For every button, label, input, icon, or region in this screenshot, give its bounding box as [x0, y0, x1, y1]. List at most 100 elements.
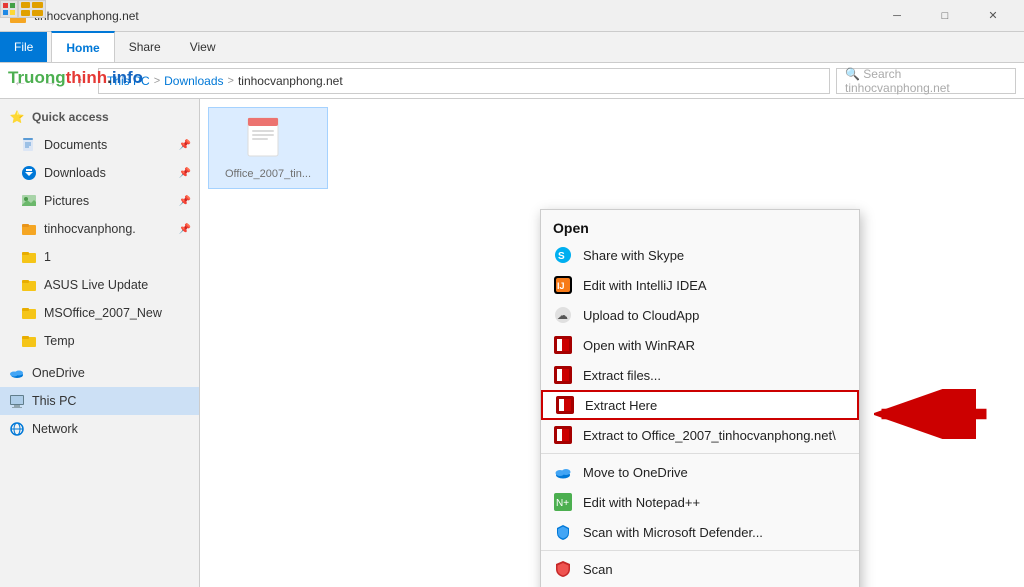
ctx-extract-to[interactable]: Extract to Office_2007_tinhocvanphong.ne… [541, 420, 859, 450]
skype-icon: S [553, 245, 573, 265]
ribbon-tabs: File Home Share View [0, 32, 1024, 62]
ctx-sep-1 [541, 453, 859, 454]
tab-home[interactable]: Home [51, 31, 114, 62]
thispc-icon [8, 392, 26, 410]
sidebar-item-documents[interactable]: Documents 📌 [0, 131, 199, 159]
msoffice-label: MSOffice_2007_New [44, 306, 162, 320]
ctx-cloudapp-label: Upload to CloudApp [583, 308, 699, 323]
sidebar-item-pictures[interactable]: Pictures 📌 [0, 187, 199, 215]
ctx-sep-2 [541, 550, 859, 551]
address-bar: ← → ↑ This PC > Downloads > tinhocvanpho… [0, 63, 1024, 99]
ctx-notepadpp[interactable]: N+ Edit with Notepad++ [541, 487, 859, 517]
maximize-button[interactable]: □ [922, 0, 968, 32]
logo-thinh: thinh [66, 68, 108, 88]
documents-icon [20, 136, 38, 154]
sidebar-item-downloads[interactable]: Downloads 📌 [0, 159, 199, 187]
window-controls: ─ □ ✕ [874, 0, 1016, 32]
content-area: Office_2007_tin... Open S Share with Sky… [200, 99, 1024, 587]
ctx-extracthere-label: Extract Here [585, 398, 657, 413]
tab-view[interactable]: View [176, 32, 231, 62]
cloud-icon: ☁ [553, 305, 573, 325]
ctx-notepadpp-label: Edit with Notepad++ [583, 495, 700, 510]
documents-label: Documents [44, 138, 107, 152]
file-item-office[interactable]: Office_2007_tin... [208, 107, 328, 189]
downloads-icon [20, 164, 38, 182]
pin-icon: 📌 [179, 140, 191, 151]
ribbon: File Home Share View [0, 32, 1024, 63]
thispc-label: This PC [32, 394, 76, 408]
temp-icon [20, 332, 38, 350]
tab-file[interactable]: File [0, 32, 47, 62]
title-bar: tinhocvanphong.net ─ □ ✕ [0, 0, 1024, 32]
ctx-extractto-label: Extract to Office_2007_tinhocvanphong.ne… [583, 428, 836, 443]
context-menu: Open S Share with Skype IJ Edit with Int… [540, 209, 860, 587]
svg-text:☁: ☁ [557, 310, 568, 322]
address-path[interactable]: This PC > Downloads > tinhocvanphong.net [98, 68, 830, 94]
extract-files-icon [553, 365, 573, 385]
close-button[interactable]: ✕ [970, 0, 1016, 32]
tab-share[interactable]: Share [115, 32, 176, 62]
minimize-button[interactable]: ─ [874, 0, 920, 32]
file-icon [244, 116, 292, 164]
onedrive-ctx-icon [553, 462, 573, 482]
ctx-defender-label: Scan with Microsoft Defender... [583, 525, 763, 540]
network-icon [8, 420, 26, 438]
defender-icon [553, 522, 573, 542]
quickaccess-icon: ⭐ [8, 108, 26, 126]
sidebar-item-onedrive[interactable]: OneDrive [0, 359, 199, 387]
logo: Truongthinh.info [8, 68, 143, 88]
sidebar-section-quickaccess: ⭐ Quick access [0, 103, 199, 131]
sidebar: ⭐ Quick access Documents 📌 Downloads 📌 P… [0, 99, 200, 587]
scan-icon [553, 559, 573, 579]
ctx-winrar-open[interactable]: Open with WinRAR [541, 330, 859, 360]
tinhoc-label: tinhocvanphong. [44, 222, 136, 236]
search-box[interactable]: 🔍 Search tinhocvanphong.net [836, 68, 1016, 94]
ctx-onedrive[interactable]: Move to OneDrive [541, 457, 859, 487]
pictures-label: Pictures [44, 194, 89, 208]
ctx-scan-label: Scan [583, 562, 613, 577]
sidebar-item-tinhoc[interactable]: tinhocvanphong. 📌 [0, 215, 199, 243]
pin-icon-th: 📌 [179, 224, 191, 235]
ctx-defender[interactable]: Scan with Microsoft Defender... [541, 517, 859, 547]
svg-text:IJ: IJ [557, 281, 565, 291]
extract-here-icon [555, 395, 575, 415]
sidebar-item-network[interactable]: Network [0, 415, 199, 443]
sidebar-item-thispc[interactable]: This PC [0, 387, 199, 415]
onedrive-icon [8, 364, 26, 382]
downloads-label: Downloads [44, 166, 106, 180]
ctx-extract-files[interactable]: Extract files... [541, 360, 859, 390]
ctx-intellij-label: Edit with IntelliJ IDEA [583, 278, 707, 293]
msoffice-icon [20, 304, 38, 322]
folder1-label: 1 [44, 250, 51, 264]
path-downloads[interactable]: Downloads [164, 74, 223, 88]
sidebar-item-asus[interactable]: ASUS Live Update [0, 271, 199, 299]
ctx-extract-here[interactable]: Extract Here [541, 390, 859, 420]
path-sep-2: > [228, 75, 234, 87]
ctx-share-skype[interactable]: S Share with Skype [541, 240, 859, 270]
ctx-onedrive-label: Move to OneDrive [583, 465, 688, 480]
pin-icon-dl: 📌 [179, 168, 191, 179]
ctx-skype-label: Share with Skype [583, 248, 684, 263]
sidebar-item-1[interactable]: 1 [0, 243, 199, 271]
ctx-extractfiles-label: Extract files... [583, 368, 661, 383]
ctx-cloudapp[interactable]: ☁ Upload to CloudApp [541, 300, 859, 330]
asus-icon [20, 276, 38, 294]
path-folder[interactable]: tinhocvanphong.net [238, 74, 343, 88]
ctx-intellij[interactable]: IJ Edit with IntelliJ IDEA [541, 270, 859, 300]
temp-label: Temp [44, 334, 75, 348]
file-name: Office_2007_tin... [225, 168, 311, 180]
intellij-icon: IJ [553, 275, 573, 295]
main-layout: ⭐ Quick access Documents 📌 Downloads 📌 P… [0, 99, 1024, 587]
svg-text:N+: N+ [556, 498, 569, 509]
ctx-scan[interactable]: Scan [541, 554, 859, 584]
folder1-icon [20, 248, 38, 266]
logo-truong: Truong [8, 68, 66, 88]
pin-icon-pic: 📌 [179, 196, 191, 207]
path-sep-1: > [154, 75, 160, 87]
sidebar-item-msoffice[interactable]: MSOffice_2007_New [0, 299, 199, 327]
red-arrow [874, 389, 994, 439]
winrar-icon [553, 335, 573, 355]
window-icon [8, 6, 28, 26]
sidebar-item-temp[interactable]: Temp [0, 327, 199, 355]
asus-label: ASUS Live Update [44, 278, 148, 292]
